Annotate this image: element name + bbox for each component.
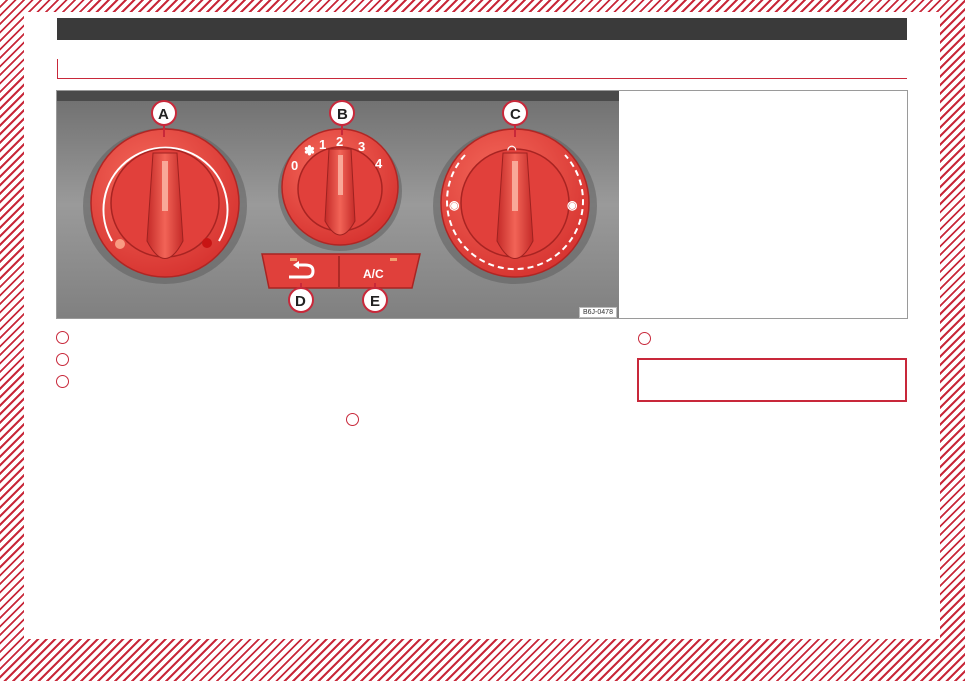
section-marker (57, 59, 58, 78)
warning-box (637, 358, 907, 402)
legend-marker-3 (56, 375, 69, 388)
fan-scale-0: 0 (291, 158, 298, 173)
chapter-header-bar (57, 18, 907, 40)
section-rule (57, 78, 907, 79)
fan-scale-4: 4 (375, 156, 383, 171)
legend-marker-1 (56, 331, 69, 344)
face-vent-icon: ◉ (567, 198, 578, 212)
hot-indicator-icon (202, 238, 212, 248)
fan-scale-2: 2 (336, 134, 343, 149)
climate-control-figure: 0 ✽ 1 2 3 4 A/C ◠ ◉ ◉ A B C D E B6J-0478 (56, 90, 908, 319)
svg-text:B: B (337, 106, 348, 123)
air-distribution-dial: ◠ ◉ ◉ (433, 128, 597, 284)
svg-text:C: C (510, 106, 521, 123)
climate-panel-illustration: 0 ✽ 1 2 3 4 A/C ◠ ◉ ◉ A B C D E (57, 91, 619, 318)
svg-text:E: E (370, 293, 380, 310)
inline-marker (346, 413, 359, 426)
legend-marker-right (638, 332, 651, 345)
manual-page: 0 ✽ 1 2 3 4 A/C ◠ ◉ ◉ A B C D E B6J-0478 (24, 12, 940, 639)
ac-button-label: A/C (363, 267, 384, 281)
ac-led (390, 258, 397, 261)
svg-text:A: A (158, 106, 169, 123)
figure-code: B6J-0478 (579, 307, 617, 318)
legend-marker-2 (56, 353, 69, 366)
fan-scale-3: 3 (358, 139, 365, 154)
defrost-icon: ◠ (507, 144, 517, 156)
figure-caption-area (619, 91, 907, 318)
svg-text:D: D (295, 293, 306, 310)
fan-icon: ✽ (304, 143, 315, 158)
recirculation-led (290, 258, 297, 261)
button-bar: A/C (261, 253, 421, 289)
temperature-dial (83, 128, 247, 284)
cold-indicator-icon (115, 239, 125, 249)
footwell-icon: ◉ (449, 198, 460, 212)
fan-scale-1: 1 (319, 137, 326, 152)
